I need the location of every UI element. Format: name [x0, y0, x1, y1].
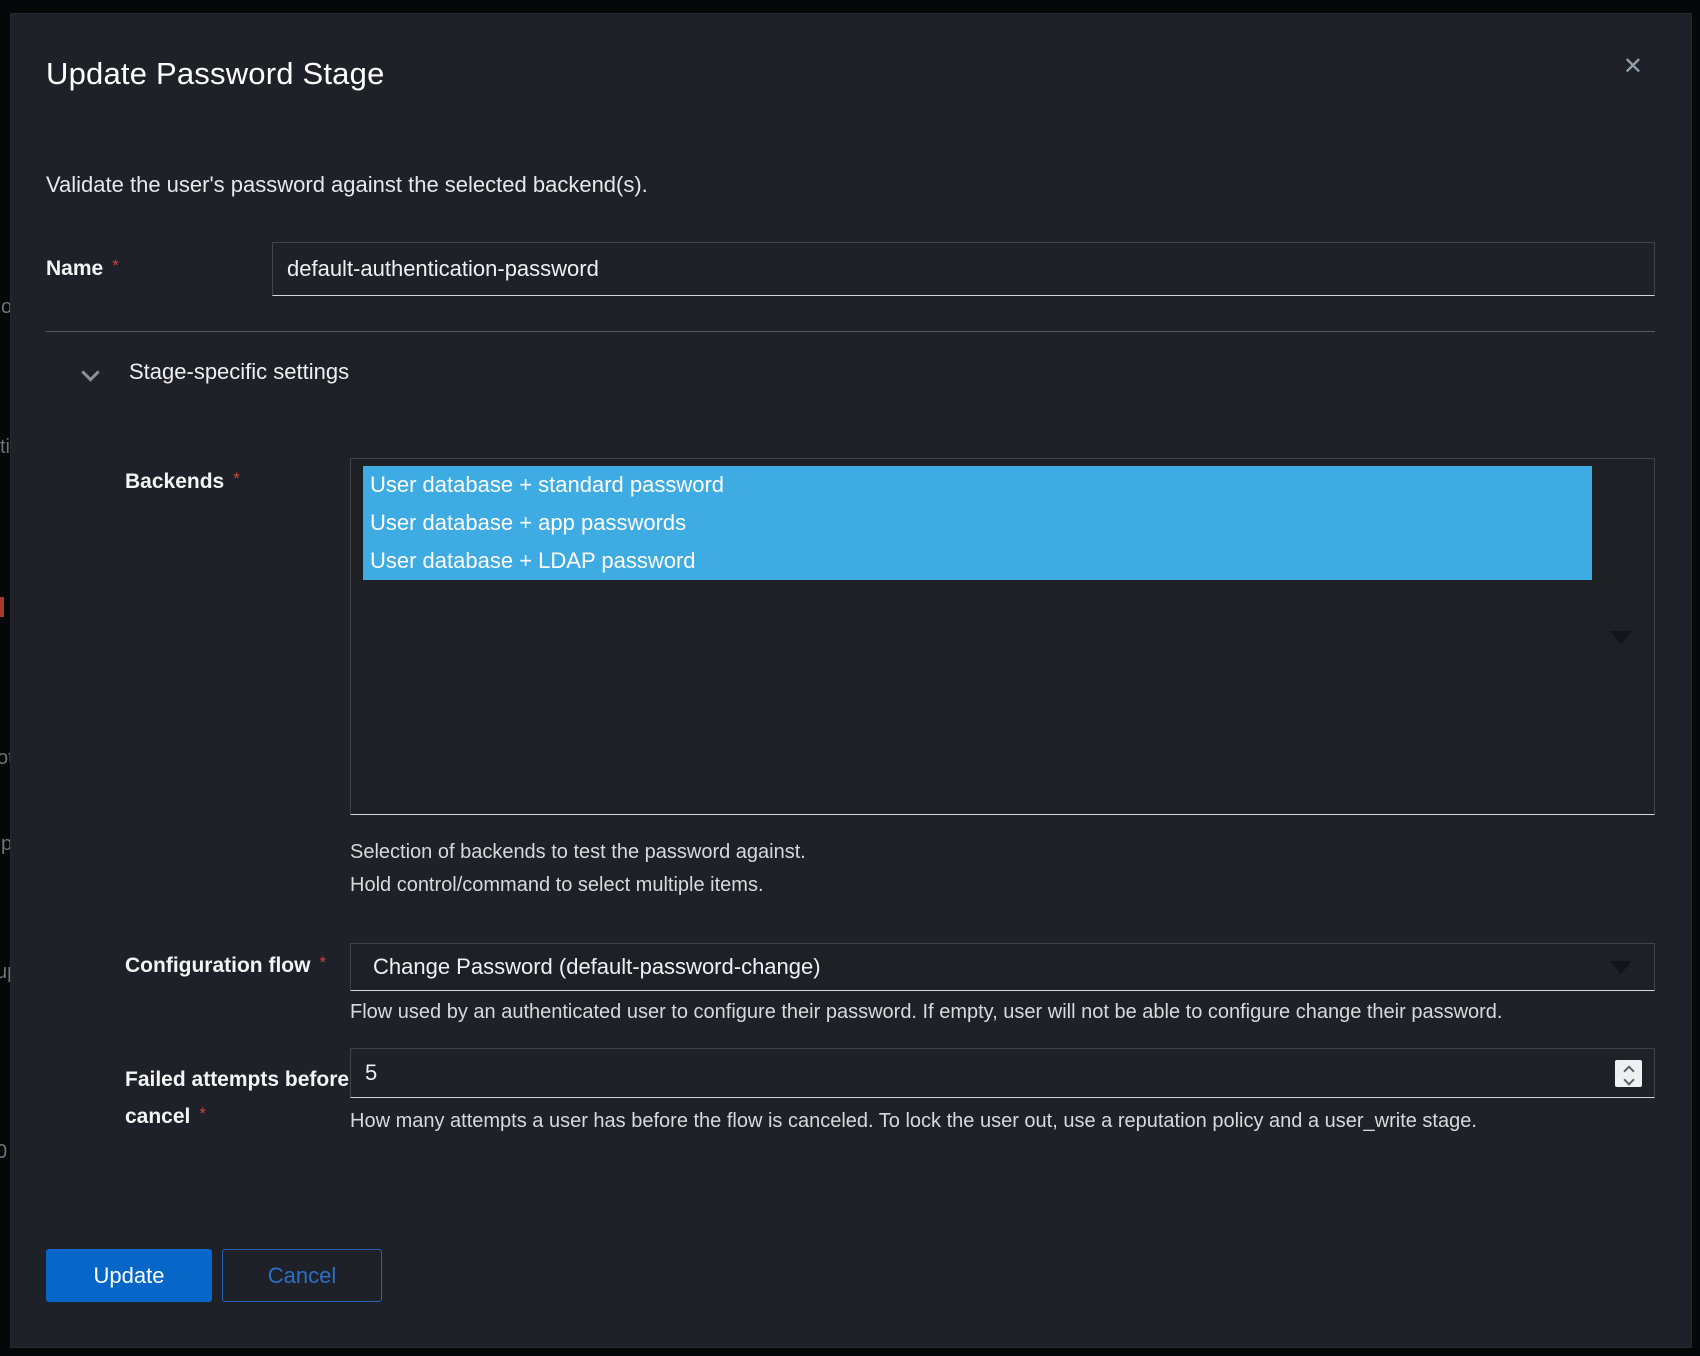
- section-divider: [46, 331, 1655, 332]
- failed-attempts-label-col: Failed attempts before cancel *: [125, 1062, 365, 1136]
- modal-header: Update Password Stage ✕: [46, 56, 1655, 96]
- required-asterisk: *: [233, 469, 240, 488]
- backends-field-row: Backends * User database + standard passw…: [46, 458, 1655, 815]
- name-label-col: Name *: [46, 257, 272, 281]
- stepper-down-icon[interactable]: [1624, 1076, 1633, 1085]
- dropdown-caret-icon: [1610, 961, 1632, 974]
- close-button[interactable]: ✕: [1617, 49, 1649, 85]
- background-text-fragment: ti: [0, 436, 10, 459]
- name-label: Name: [46, 257, 103, 280]
- number-stepper[interactable]: [1615, 1060, 1642, 1087]
- failed-attempts-input-wrap: [350, 1048, 1655, 1098]
- failed-attempts-label-line1: Failed attempts before: [125, 1068, 349, 1091]
- backends-option-selected[interactable]: User database + LDAP password: [363, 542, 1592, 580]
- configuration-flow-select[interactable]: Change Password (default-password-change…: [350, 943, 1655, 991]
- configuration-flow-field-row: Configuration flow * Change Password (def…: [46, 943, 1655, 991]
- failed-attempts-label-line2: cancel: [125, 1105, 190, 1128]
- modal-description: Validate the user's password against the…: [46, 172, 1655, 198]
- backends-label-col: Backends *: [46, 458, 350, 494]
- failed-attempts-help-text: How many attempts a user has before the …: [350, 1110, 1655, 1133]
- backends-help-text: Selection of backends to test the passwo…: [350, 841, 1655, 864]
- background-text-fragment: 0: [0, 1141, 7, 1164]
- configuration-flow-help-text: Flow used by an authenticated user to co…: [350, 1001, 1655, 1024]
- failed-attempts-field-row: Failed attempts before cancel*: [46, 1048, 1655, 1098]
- backends-option-selected[interactable]: User database + app passwords: [363, 504, 1592, 542]
- section-toggle-stage-specific[interactable]: Stage-specific settings: [46, 356, 1655, 388]
- required-asterisk: *: [199, 1104, 206, 1123]
- background-text-fragment: p: [1, 833, 11, 856]
- stepper-up-icon[interactable]: [1624, 1063, 1633, 1072]
- background-text-fragment: o: [1, 296, 11, 319]
- backends-help-block: Selection of backends to test the passwo…: [46, 841, 1655, 897]
- backends-label: Backends: [125, 470, 224, 493]
- configuration-flow-label: Configuration flow: [125, 954, 310, 977]
- section-title: Stage-specific settings: [129, 359, 349, 385]
- background-red-fragment: [0, 597, 4, 617]
- configuration-flow-value: Change Password (default-password-change…: [373, 954, 821, 980]
- name-field-row: Name *: [46, 242, 1655, 296]
- close-icon: ✕: [1623, 53, 1643, 80]
- background-text-fragment: up: [0, 961, 11, 984]
- modal-title: Update Password Stage: [46, 56, 1655, 92]
- backends-listbox[interactable]: User database + standard password User d…: [350, 458, 1655, 815]
- chevron-down-icon: [84, 365, 99, 380]
- update-password-stage-modal: Update Password Stage ✕ Validate the use…: [11, 14, 1691, 1347]
- configuration-flow-label-col: Configuration flow *: [46, 943, 350, 978]
- required-asterisk: *: [319, 953, 326, 972]
- name-input[interactable]: [272, 242, 1655, 296]
- name-input-wrap: [272, 242, 1655, 296]
- cancel-button[interactable]: Cancel: [222, 1249, 382, 1302]
- update-button[interactable]: Update: [46, 1249, 212, 1302]
- backends-option-selected[interactable]: User database + standard password: [363, 466, 1592, 504]
- background-text-fragment: ot: [0, 747, 11, 770]
- backdrop-strip: o ti ot p up 0: [0, 0, 11, 1356]
- dropdown-caret-icon: [1610, 631, 1632, 644]
- failed-attempts-input[interactable]: [350, 1048, 1655, 1098]
- modal-actions: Update Cancel: [46, 1249, 1655, 1302]
- required-asterisk: *: [112, 256, 119, 275]
- backends-help-text: Hold control/command to select multiple …: [350, 874, 1655, 897]
